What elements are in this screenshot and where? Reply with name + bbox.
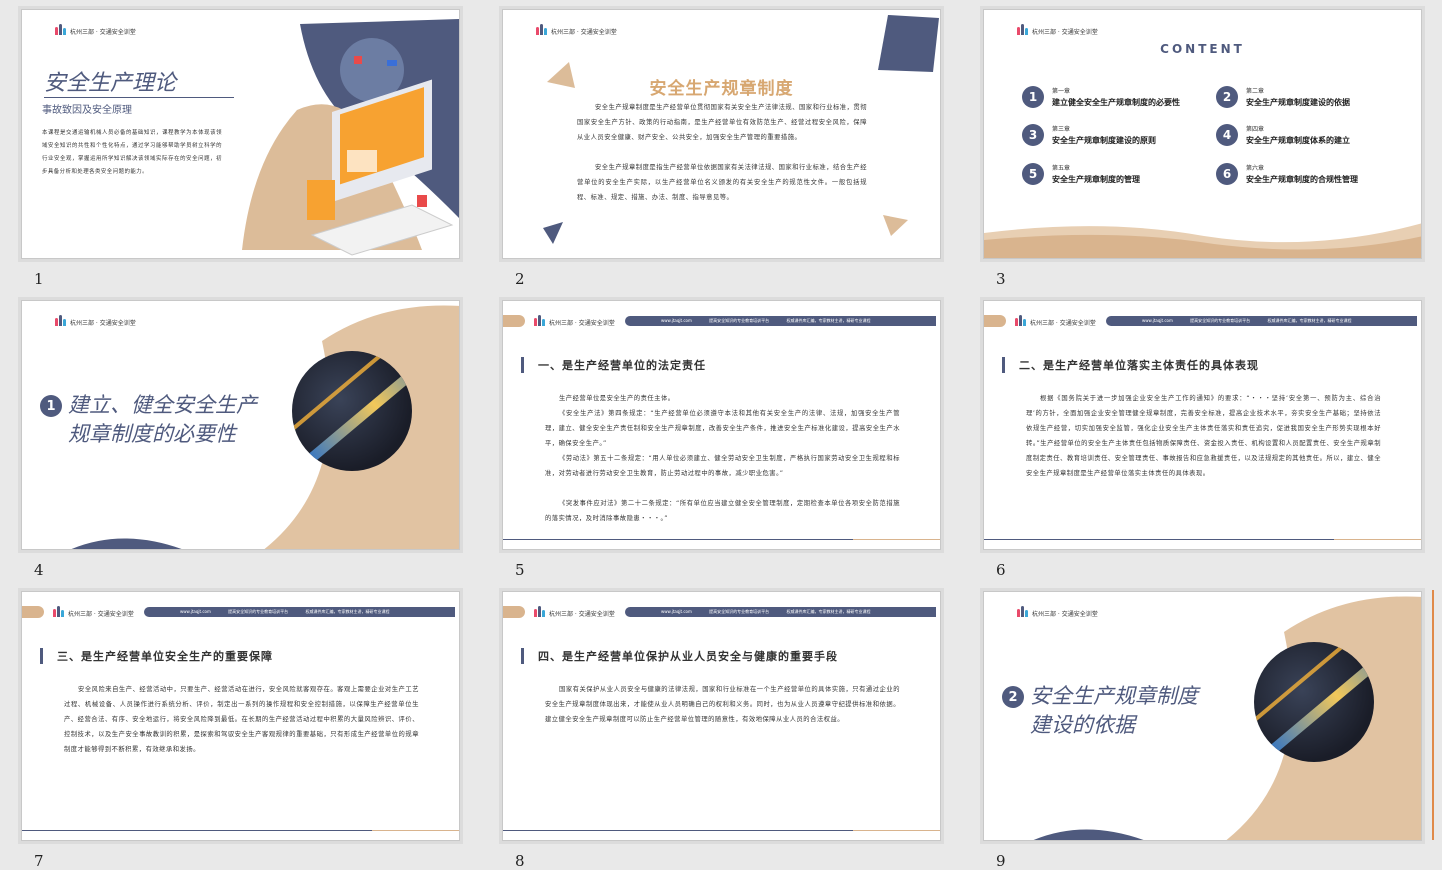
toc-number: 5	[1022, 163, 1044, 185]
wave-decor	[984, 223, 1421, 258]
slide1-title: 安全生产理论	[44, 71, 177, 96]
laptop-illustration-icon	[307, 38, 454, 256]
slide6-p1: 根据《国务院关于进一步加强企业安全生产工作的通知》的要求：“・・・坚持‘安全第一…	[1026, 395, 1381, 477]
slide2-p1: 安全生产规章制度是生产经营单位贯彻国家有关安全生产法律法规、国家和行业标准，贯彻…	[577, 104, 867, 141]
toc-title: 安全生产规章制度的管理	[1052, 175, 1140, 184]
toc-chapter: 第四章	[1246, 126, 1265, 133]
toc-title: 安全生产规章制度建设的依据	[1246, 98, 1350, 107]
slide-thumbnail-3[interactable]: 杭州三部 · 交通安全训堂 CONTENT 1 第一章建立健全安全生产规章制度的必…	[983, 9, 1422, 259]
slide7-title: 三、是生产经营单位安全生产的重要保障	[40, 648, 273, 664]
section-title-line1: 建立、健全安全生产	[68, 393, 257, 417]
slide2-p2: 安全生产规章制度是指生产经营单位依据国家有关法律法规、国家和行业标准，结合生产经…	[577, 164, 867, 201]
footer-line	[503, 539, 940, 541]
header-bar: 杭州三部 · 交通安全训堂 www.jtaqjt.com 提高安全知识的专业教育培…	[503, 315, 940, 327]
slide-number: 7	[34, 852, 44, 870]
slide5-title: 一、是生产经营单位的法定责任	[521, 357, 706, 373]
slide-thumbnail-5[interactable]: 杭州三部 · 交通安全训堂 www.jtaqjt.com 提高安全知识的专业教育培…	[502, 300, 941, 550]
slide7-p1: 安全风险来自生产、经营活动中，只要生产、经营活动在进行，安全风险就客观存在。客观…	[64, 686, 419, 753]
toc-title: 安全生产规章制度体系的建立	[1246, 136, 1350, 145]
slide-number: 3	[996, 270, 1006, 288]
logo-mark-icon	[533, 315, 545, 329]
slide-number: 1	[34, 270, 44, 288]
slide6-title: 二、是生产经营单位落实主体责任的具体表现	[1002, 357, 1259, 373]
toc-number: 4	[1216, 124, 1238, 146]
slide-thumbnail-8[interactable]: 杭州三部 · 交通安全训堂 www.jtaqjt.com 提高安全知识的专业教育培…	[502, 591, 941, 841]
logo-mark-icon	[1014, 315, 1026, 329]
road-photo	[292, 351, 412, 471]
logo-mark-icon	[52, 606, 64, 620]
road-photo	[1254, 642, 1374, 762]
toc-item-4[interactable]: 4 第四章安全生产规章制度体系的建立	[1216, 124, 1350, 146]
toc-title: 安全生产规章制度建设的原则	[1052, 136, 1156, 145]
slide-thumbnail-4[interactable]: 杭州三部 · 交通安全训堂 1 建立、健全安全生产 规章制度的必要性	[21, 300, 460, 550]
slide1-subtitle: 事故致因及安全原理	[42, 105, 132, 116]
header-bar: 杭州三部 · 交通安全训堂 www.jtaqjt.com 提高安全知识的专业教育培…	[22, 606, 459, 618]
toc-item-2[interactable]: 2 第二章安全生产规章制度建设的依据	[1216, 86, 1350, 108]
slide5-p3: 《劳动法》第五十二条规定：“用人单位必须建立、健全劳动安全卫生制度，严格执行国家…	[545, 455, 900, 477]
toc-item-1[interactable]: 1 第一章建立健全安全生产规章制度的必要性	[1022, 86, 1180, 108]
slide5-p1: 生产经营单位是安全生产的责任主体。	[559, 395, 675, 402]
slide-number: 6	[996, 561, 1006, 579]
slide-number: 2	[515, 270, 525, 288]
toc-title: 建立健全安全生产规章制度的必要性	[1052, 98, 1180, 107]
header-bar: 杭州三部 · 交通安全训堂 www.jtaqjt.com 提高安全知识的专业教育培…	[984, 315, 1421, 327]
toc-chapter: 第五章	[1052, 165, 1071, 172]
footer-line	[503, 830, 940, 832]
toc-chapter: 第二章	[1246, 88, 1265, 95]
slide-number: 5	[515, 561, 525, 579]
slide5-p4: 《突发事件应对法》第二十二条规定：“所有单位应当建立健全安全管理制度，定期检查本…	[545, 500, 900, 522]
section-title-line1: 安全生产规章制度	[1030, 684, 1198, 708]
toc-item-3[interactable]: 3 第三章安全生产规章制度建设的原则	[1022, 124, 1156, 146]
section-title-line2: 建设的依据	[1030, 713, 1135, 737]
footer-line	[984, 539, 1421, 541]
footer-line	[22, 830, 459, 832]
slide8-title: 四、是生产经营单位保护从业人员安全与健康的重要手段	[521, 648, 838, 664]
slide2-title: 安全生产规章制度	[649, 79, 794, 99]
slide-number: 8	[515, 852, 525, 870]
toc-chapter: 第一章	[1052, 88, 1071, 95]
toc-title: 安全生产规章制度的合规性管理	[1246, 175, 1358, 184]
toc-item-6[interactable]: 6 第六章安全生产规章制度的合规性管理	[1216, 163, 1358, 185]
section-number: 2	[1002, 686, 1024, 708]
slide5-p2: 《安全生产法》第四条规定：“生产经营单位必须遵守本法和其他有关安全生产的法律、法…	[545, 410, 900, 447]
section-title: 1 建立、健全安全生产 规章制度的必要性	[40, 391, 257, 449]
section-title: 2 安全生产规章制度 建设的依据	[1002, 682, 1198, 740]
slide-thumbnail-2[interactable]: 杭州三部 · 交通安全训堂 安全生产规章制度 安全生产规章制度是生产经营单位贯彻…	[502, 9, 941, 259]
section-number: 1	[40, 395, 62, 417]
content-heading: CONTENT	[1160, 42, 1245, 56]
toc-number: 1	[1022, 86, 1044, 108]
toc-number: 2	[1216, 86, 1238, 108]
slide1-body: 本课程是交通运输机械人员必备的基础知识，课程教学为本体现该领域安全知识的共性和个…	[42, 130, 222, 175]
logo-mark-icon	[1016, 24, 1028, 38]
toc-item-5[interactable]: 5 第五章安全生产规章制度的管理	[1022, 163, 1140, 185]
divider	[44, 97, 234, 98]
slide-thumbnail-9[interactable]: 杭州三部 · 交通安全训堂 2 安全生产规章制度 建设的依据	[983, 591, 1422, 841]
slide-thumbnail-7[interactable]: 杭州三部 · 交通安全训堂 www.jtaqjt.com 提高安全知识的专业教育培…	[21, 591, 460, 841]
slide-thumbnail-6[interactable]: 杭州三部 · 交通安全训堂 www.jtaqjt.com 提高安全知识的专业教育培…	[983, 300, 1422, 550]
logo: 杭州三部 · 交通安全训堂	[1016, 24, 1098, 38]
slide-thumbnail-1[interactable]: 杭州三部 · 交通安全训堂 安全生产理论 事故致因及安全原理 本课程是交通运输机…	[21, 9, 460, 259]
slide-number: 9	[996, 852, 1006, 870]
toc-number: 6	[1216, 163, 1238, 185]
section-title-line2: 规章制度的必要性	[68, 422, 236, 446]
slide-number: 4	[34, 561, 44, 579]
toc-number: 3	[1022, 124, 1044, 146]
logo-mark-icon	[533, 606, 545, 620]
scroll-indicator[interactable]	[1432, 590, 1434, 840]
toc-chapter: 第六章	[1246, 165, 1265, 172]
slide8-p1: 国家有关保护从业人员安全与健康的法律法规，国家和行业标准在一个生产经营单位的具体…	[545, 686, 900, 723]
header-bar: 杭州三部 · 交通安全训堂 www.jtaqjt.com 提高安全知识的专业教育培…	[503, 606, 940, 618]
toc-chapter: 第三章	[1052, 126, 1071, 133]
